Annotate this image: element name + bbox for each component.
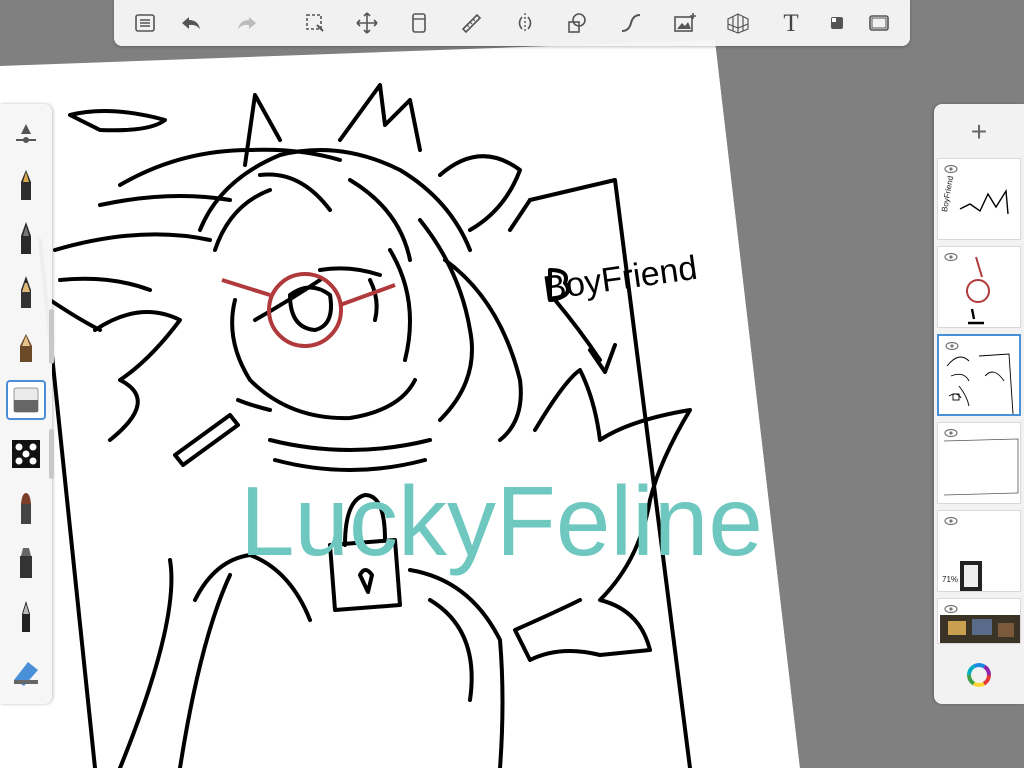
- layers-menu-button[interactable]: [128, 7, 162, 39]
- layer-thumbnail-5[interactable]: 71%: [937, 510, 1021, 592]
- brush-properties-icon: [16, 124, 36, 143]
- paint-pen-icon: [20, 334, 32, 362]
- drawing-canvas[interactable]: BoyFriend LuckyFeline: [0, 0, 1024, 768]
- brush-toolbar: [0, 104, 54, 704]
- layer-3-preview: [946, 353, 1014, 414]
- marker-icon: [20, 548, 32, 578]
- brush-properties-button[interactable]: [6, 112, 46, 152]
- text-tool-button[interactable]: T: [774, 7, 808, 39]
- curve-icon: [621, 14, 641, 32]
- add-layer-button[interactable]: +: [934, 112, 1024, 152]
- pattern-brush[interactable]: [6, 434, 46, 474]
- list-menu-icon: [135, 14, 155, 32]
- brush-scrollbar-lower[interactable]: [49, 429, 54, 479]
- layer-1-preview: [959, 188, 1009, 215]
- color-fill-button[interactable]: [820, 7, 854, 39]
- layer-thumbnail-4[interactable]: [937, 422, 1021, 504]
- shape-icon: [568, 13, 586, 33]
- paintbrush-icon: [21, 493, 31, 524]
- redo-icon: [238, 17, 256, 29]
- transform-button[interactable]: [350, 7, 384, 39]
- layer-panel: + BoyFriend 71%: [934, 104, 1024, 704]
- image-insert-icon: [674, 13, 696, 32]
- fine-pencil-brush[interactable]: [6, 596, 46, 636]
- transform-icon: [356, 12, 378, 34]
- layer-thumbnail-1[interactable]: BoyFriend: [937, 158, 1021, 240]
- layer-thumbnail-2[interactable]: [937, 246, 1021, 328]
- fullscreen-button[interactable]: [862, 7, 896, 39]
- watermark-text: LuckyFeline: [240, 466, 763, 576]
- top-toolbar: T: [114, 0, 910, 46]
- eraser-brush[interactable]: [6, 380, 46, 420]
- redo-button[interactable]: [230, 7, 264, 39]
- ink-pen-brush[interactable]: [6, 218, 46, 258]
- eraser-icon: [13, 387, 39, 413]
- image-insert-button[interactable]: [668, 7, 702, 39]
- color-fill-icon: [831, 17, 843, 29]
- ruler-tool-icon: [14, 662, 38, 686]
- symmetry-icon: [518, 13, 532, 33]
- crop-button[interactable]: [402, 7, 436, 39]
- curve-button[interactable]: [614, 7, 648, 39]
- fullscreen-icon: [869, 15, 889, 31]
- ruler-brush[interactable]: [6, 650, 46, 690]
- layer-thumbnail-6[interactable]: [937, 598, 1021, 644]
- pencil-brush[interactable]: [6, 272, 46, 312]
- marker-brush[interactable]: [6, 542, 46, 582]
- layer-thumbnail-3[interactable]: [937, 334, 1021, 416]
- paintbrush-brush[interactable]: [6, 488, 46, 528]
- perspective-grid-icon: [727, 13, 749, 34]
- selection-icon: [306, 14, 324, 32]
- layer-5-preview: [960, 561, 982, 591]
- color-wheel-icon[interactable]: [966, 662, 992, 688]
- crop-icon: [412, 13, 426, 33]
- brush-scrollbar[interactable]: [49, 309, 54, 364]
- text-tool-icon: T: [783, 9, 799, 37]
- ruler-button[interactable]: [454, 7, 488, 39]
- layer-6-preview: [940, 615, 1020, 643]
- hexagon-pattern-icon: [12, 440, 40, 468]
- shape-button[interactable]: [560, 7, 594, 39]
- selection-button[interactable]: [298, 7, 332, 39]
- ruler-icon: [461, 13, 482, 34]
- fountain-pen-icon: [21, 170, 31, 200]
- undo-icon: [182, 17, 200, 29]
- undo-button[interactable]: [174, 7, 208, 39]
- fountain-pen-brush[interactable]: [6, 164, 46, 204]
- perspective-grid-button[interactable]: [721, 7, 755, 39]
- layer-2-preview: [966, 256, 990, 325]
- fine-pencil-icon: [22, 601, 30, 632]
- paint-pen-brush[interactable]: [6, 326, 46, 366]
- layer-4-preview: [943, 438, 1019, 496]
- ink-pen-icon: [21, 222, 31, 254]
- pencil-icon: [21, 276, 31, 308]
- symmetry-button[interactable]: [508, 7, 542, 39]
